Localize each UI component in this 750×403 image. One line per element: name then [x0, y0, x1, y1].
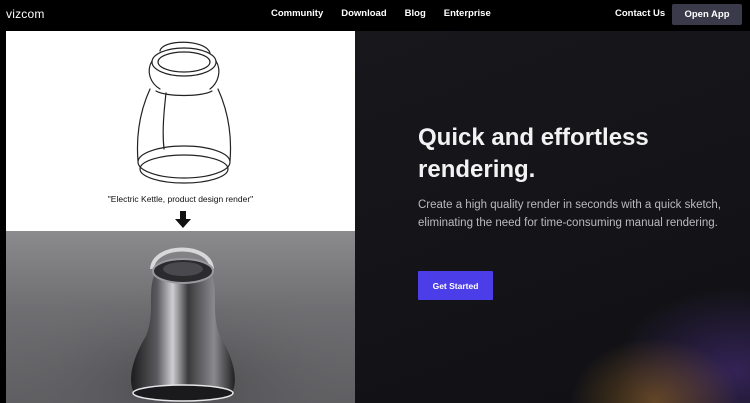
arrow-down-icon — [175, 211, 191, 228]
prompt-text: "Electric Kettle, product design render" — [107, 194, 254, 204]
kettle-render-icon — [6, 231, 355, 403]
nav-link-blog[interactable]: Blog — [405, 8, 426, 19]
kettle-render-image — [6, 231, 355, 403]
nav-links: Community Download Blog Enterprise — [271, 8, 491, 19]
hero-section: Quick and effortless rendering. Create a… — [355, 31, 750, 403]
top-nav: vizcom Community Download Blog Enterpris… — [0, 0, 750, 31]
hero-title: Quick and effortless rendering. — [418, 124, 649, 183]
nav-link-enterprise[interactable]: Enterprise — [444, 8, 491, 19]
open-app-button[interactable]: Open App — [672, 4, 742, 25]
kettle-sketch-icon — [136, 41, 232, 184]
hero-description: Create a high quality render in seconds … — [418, 199, 721, 229]
get-started-button[interactable]: Get Started — [418, 271, 493, 300]
vizcom-logo[interactable]: vizcom — [6, 7, 45, 21]
nav-link-download[interactable]: Download — [341, 8, 386, 19]
nav-link-contact-us[interactable]: Contact Us — [615, 8, 665, 19]
sketch-to-render-demo: "Electric Kettle, product design render" — [6, 31, 355, 403]
nav-link-community[interactable]: Community — [271, 8, 323, 19]
